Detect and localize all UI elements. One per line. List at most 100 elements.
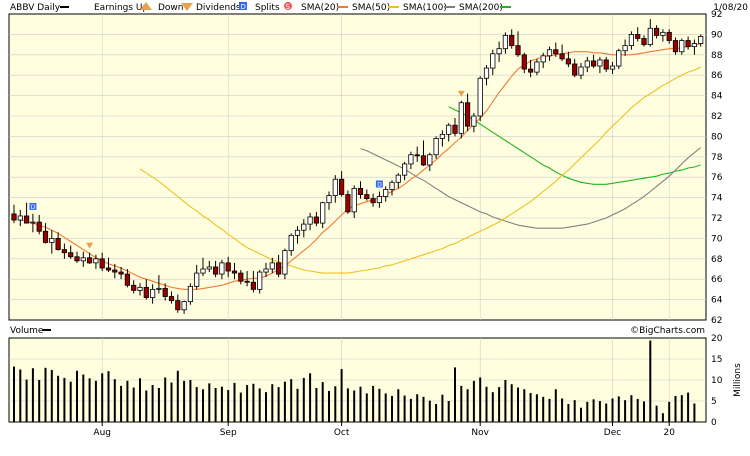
candle-body-down [528, 68, 534, 73]
candle-body-down [641, 38, 647, 45]
volume-bar [132, 387, 135, 422]
candle-body-down [244, 280, 250, 283]
price-tick-label: 86 [711, 71, 723, 81]
candle-body-down [175, 300, 181, 311]
stock-chart: ABBV Daily Earnings Up Down Dividends D … [8, 2, 748, 438]
price-tick-label: 74 [711, 194, 723, 204]
volume-bar [397, 389, 400, 422]
candle-body-down [464, 102, 471, 127]
volume-bar [246, 385, 249, 422]
volume-bar [617, 396, 620, 422]
candle-body-up [383, 189, 389, 197]
candle-body-down [105, 267, 112, 271]
volume-bar [554, 389, 557, 422]
volume-bar [409, 398, 412, 422]
candle-body-up [351, 188, 357, 213]
candle-body-down [509, 35, 515, 47]
price-tick-label: 76 [711, 173, 723, 183]
date-tick-label: Aug [93, 428, 111, 438]
candle [458, 100, 464, 139]
volume-bar [157, 387, 160, 422]
candle-body-up [320, 202, 326, 224]
volume-bar [479, 377, 482, 422]
volume-bar [94, 380, 97, 422]
candle-body-down [231, 270, 238, 274]
candle-body-down [420, 155, 427, 166]
candle-body-up [446, 124, 452, 135]
volume-bar [107, 371, 110, 422]
candle-body-down [238, 272, 244, 282]
sma20-swatch [337, 6, 348, 8]
volume-bar [491, 392, 494, 422]
candle-body-up [647, 27, 653, 46]
candle-body-down [212, 266, 219, 275]
candle-body-up [17, 215, 23, 221]
sma50-swatch [388, 6, 399, 8]
sma200-label: SMA(200) [459, 3, 503, 13]
candle-body-down [168, 296, 175, 302]
volume-bar [359, 386, 362, 422]
earnings-label: Earnings Up [94, 3, 149, 13]
candle-body-down [124, 273, 130, 286]
date-axis: Aug Sep Oct Nov Dec 20 [93, 422, 675, 438]
volume-bar [466, 389, 469, 422]
volume-bar [233, 382, 236, 422]
candle [477, 76, 483, 122]
candle [616, 48, 622, 70]
candle-body-up [502, 35, 509, 50]
candle-body-up [156, 287, 162, 290]
candle-body-up [30, 221, 36, 224]
candle-body-down [666, 31, 672, 41]
price-tick-label: 90 [711, 30, 723, 40]
copyright-label: ©BigCharts.com [630, 326, 705, 336]
candle-body-up [458, 102, 464, 134]
volume-bar [252, 383, 255, 422]
volume-bar [346, 388, 349, 422]
volume-bar [416, 394, 419, 422]
candle-body-down [23, 215, 30, 224]
volume-bar [145, 390, 148, 422]
volume-bar [183, 380, 186, 422]
candle-body-up [376, 196, 383, 204]
candle-body-up [149, 288, 156, 298]
volume-label: Volume [10, 326, 44, 336]
volume-bar [586, 401, 589, 422]
volume-bar [227, 390, 230, 422]
price-tick-label: 88 [711, 51, 723, 61]
volume-bar [189, 380, 192, 422]
volume-bar [649, 340, 652, 422]
candle-body-down [672, 40, 679, 53]
candle-body-down [635, 34, 641, 39]
volume-bar [680, 395, 683, 422]
candle-body-up [395, 174, 401, 183]
volume-bar [548, 398, 551, 422]
sma50-label: SMA(50) [352, 3, 390, 13]
candle-body-down [370, 198, 376, 204]
candle-body-down [572, 63, 578, 76]
splits-label: Splits [255, 3, 280, 13]
sma100-swatch [444, 6, 455, 8]
candle-body-up [80, 257, 86, 262]
volume-bar [592, 399, 595, 422]
volume-bar [611, 398, 614, 422]
volume-bar [573, 400, 576, 422]
price-axis: 62 64 66 68 70 72 74 76 78 80 82 84 86 88 90 92 [711, 10, 723, 326]
volume-bar [296, 388, 299, 422]
volume-bar [50, 369, 53, 422]
candle-body-down [357, 188, 364, 195]
volume-bar [88, 378, 91, 422]
candle-body-up [206, 266, 212, 270]
candle-body-down [559, 53, 565, 60]
volume-bar [403, 395, 406, 422]
volume-bar [31, 368, 34, 422]
candle-body-up [597, 59, 603, 67]
candle-body-up [269, 262, 275, 270]
candle-body-up [691, 43, 698, 48]
candle-body-up [282, 250, 288, 275]
candle-body-up [301, 223, 307, 231]
price-tick-label: 78 [711, 153, 723, 163]
volume-bar [598, 401, 601, 422]
volume-bar [435, 403, 438, 422]
volume-bar [208, 383, 211, 422]
volume-bar [693, 403, 696, 422]
